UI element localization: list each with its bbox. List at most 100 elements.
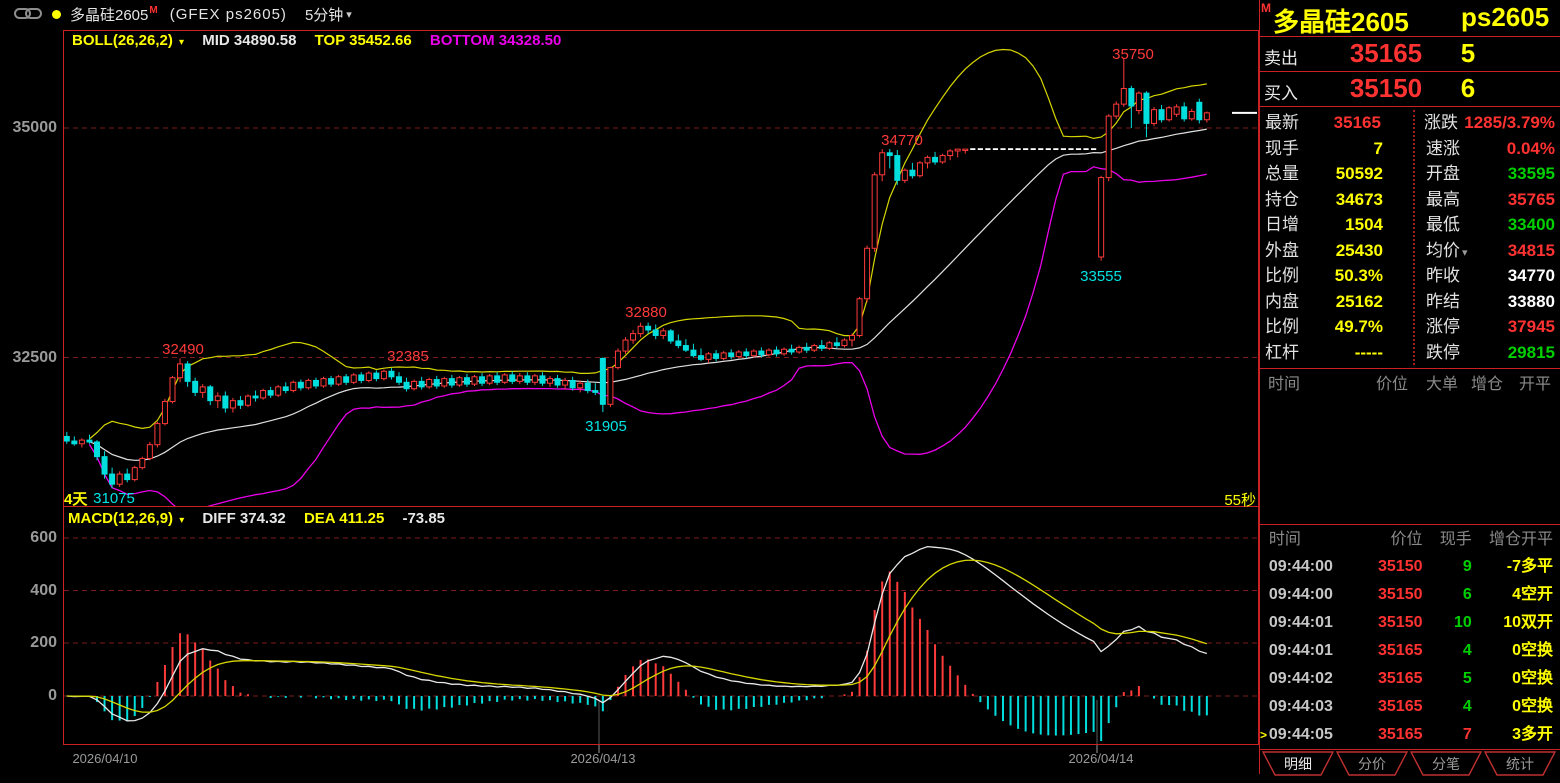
quote-field-label: 比例 [1260, 263, 1320, 289]
y-axis-tick: 35000 [0, 119, 57, 137]
tick-oi-change: -7 [1472, 553, 1521, 581]
price-label: 34770 [881, 132, 923, 149]
bid-price[interactable]: 35150 [1326, 73, 1446, 104]
tick-row[interactable]: 09:44:01351501010双开 [1260, 609, 1560, 637]
ask-label: 卖出 [1264, 44, 1298, 69]
tab-label[interactable]: 分笔 [1432, 756, 1460, 772]
price-label: 35750 [1112, 46, 1154, 63]
pending-col-header: 增仓 [1458, 373, 1503, 397]
selected-row-marker [1260, 553, 1269, 581]
quote-field-value: 1285/3.79% [1464, 110, 1560, 136]
boll-bottom-value: BOTTOM 34328.50 [430, 32, 561, 49]
quote-field-label: 涨停 [1383, 314, 1467, 340]
quote-row: 比例49.7%涨停37945 [1260, 314, 1560, 340]
quote-field-label: 昨结 [1383, 289, 1467, 315]
quote-field-label[interactable]: 均价▾ [1383, 238, 1467, 264]
tick-price: 35150 [1340, 553, 1423, 581]
tab-label[interactable]: 分价 [1358, 756, 1386, 772]
quote-field-label: 最高 [1383, 187, 1467, 213]
quote-field-value: 37945 [1467, 314, 1560, 340]
tick-volume: 6 [1423, 581, 1472, 609]
quote-contract-name: 多晶硅2605 [1273, 2, 1409, 39]
quote-field-label: 日增 [1260, 212, 1320, 238]
quote-row: 比例50.3%昨收34770 [1260, 263, 1560, 289]
quote-field-label: 开盘 [1383, 161, 1467, 187]
selected-row-marker [1260, 581, 1269, 609]
tick-row[interactable]: 09:44:023516550空换 [1260, 665, 1560, 693]
tick-col-header: 增仓 [1472, 527, 1521, 553]
tick-time: 09:44:05 [1269, 721, 1340, 749]
bid-qty: 6 [1448, 73, 1488, 104]
quote-row: 外盘25430均价▾34815 [1260, 238, 1560, 264]
quote-field-label: 最低 [1383, 212, 1467, 238]
quote-field-value: 49.7% [1320, 314, 1383, 340]
quote-field-value: 34815 [1467, 238, 1560, 264]
chevron-down-icon[interactable]: ▾ [179, 37, 184, 48]
quote-field-value: 35165 [1319, 110, 1381, 136]
y-axis-tick: 0 [0, 687, 57, 705]
quote-field-label: 涨跌 [1381, 110, 1464, 136]
ask-row[interactable]: 卖出 35165 5 [1260, 37, 1560, 72]
tick-open-close-flag: 空开 [1521, 581, 1560, 609]
quote-field-value: 50.3% [1320, 263, 1383, 289]
x-axis-date: 2026/04/10 [45, 751, 165, 766]
bid-row[interactable]: 买入 35150 6 [1260, 72, 1560, 107]
tick-time: 09:44:03 [1269, 693, 1340, 721]
chevron-down-icon[interactable]: ▾ [179, 515, 184, 526]
tick-time: 09:44:01 [1269, 609, 1340, 637]
quote-field-label: 昨收 [1383, 263, 1467, 289]
tick-row[interactable]: 09:44:003515064空开 [1260, 581, 1560, 609]
quote-field-label: 杠杆 [1260, 340, 1320, 366]
price-label: 32490 [162, 341, 204, 358]
y-axis-tick: 200 [0, 634, 57, 652]
tick-volume: 9 [1423, 553, 1472, 581]
pending-table-header: 时间价位大单增仓开平 [1260, 373, 1560, 397]
ask-price[interactable]: 35165 [1326, 38, 1446, 69]
tick-row[interactable]: 09:44:00351509-7多平 [1260, 553, 1560, 581]
selected-row-marker [1260, 693, 1269, 721]
quote-field-value: ----- [1320, 340, 1383, 366]
macd-selector[interactable]: MACD(12,26,9) [68, 510, 173, 527]
y-axis-tick: 600 [0, 529, 57, 547]
tick-open-close-flag: 空换 [1521, 693, 1560, 721]
price-label: 31075 [93, 490, 135, 507]
quote-field-value: 50592 [1320, 161, 1383, 187]
quote-contract-code: ps2605 [1461, 2, 1549, 33]
quote-field-value: 25430 [1320, 238, 1383, 264]
quote-field-value: 34770 [1467, 263, 1560, 289]
tick-time: 09:44:00 [1269, 553, 1340, 581]
tick-oi-change: 0 [1472, 693, 1521, 721]
tick-volume: 4 [1423, 637, 1472, 665]
tick-time: 09:44:01 [1269, 637, 1340, 665]
macd-indicator-row: MACD(12,26,9) ▾ DIFF 374.32 DEA 411.25 -… [68, 510, 459, 527]
macd-hist-value: -73.85 [402, 510, 445, 527]
app-window: 多晶硅2605 M (GFEX ps2605) 5分钟 ▾ 3249032385… [0, 0, 1560, 774]
quote-field-label: 跌停 [1383, 340, 1467, 366]
tab-label[interactable]: 统计 [1506, 756, 1534, 772]
bid-label: 买入 [1264, 79, 1298, 104]
tick-row[interactable]: 09:44:013516540空换 [1260, 637, 1560, 665]
selected-row-marker [1260, 637, 1269, 665]
quote-field-label: 内盘 [1260, 289, 1320, 315]
tab-label[interactable]: 明细 [1284, 756, 1312, 772]
boll-selector[interactable]: BOLL(26,26,2) [72, 32, 173, 49]
quote-field-value: 0.04% [1467, 136, 1560, 162]
tick-price: 35165 [1340, 637, 1423, 665]
macd-dea-value: DEA 411.25 [304, 510, 384, 527]
selected-row-marker [1260, 665, 1269, 693]
tick-time: 09:44:02 [1269, 665, 1340, 693]
quote-field-value: 25162 [1320, 289, 1383, 315]
tick-oi-change: 0 [1472, 665, 1521, 693]
tick-time: 09:44:00 [1269, 581, 1340, 609]
tick-price: 35165 [1340, 721, 1423, 749]
tick-row[interactable]: 09:44:033516540空换 [1260, 693, 1560, 721]
quote-field-label: 持仓 [1260, 187, 1320, 213]
tick-oi-change: 4 [1472, 581, 1521, 609]
price-label: 32385 [387, 348, 429, 365]
price-label: 32880 [625, 304, 667, 321]
days-range-button[interactable]: 4天 [64, 488, 87, 509]
x-axis-date: 2026/04/13 [543, 751, 663, 766]
tick-row[interactable]: >09:44:053516573多开 [1260, 721, 1560, 749]
quote-field-label: 现手 [1260, 136, 1320, 162]
quote-field-value: 35765 [1467, 187, 1560, 213]
